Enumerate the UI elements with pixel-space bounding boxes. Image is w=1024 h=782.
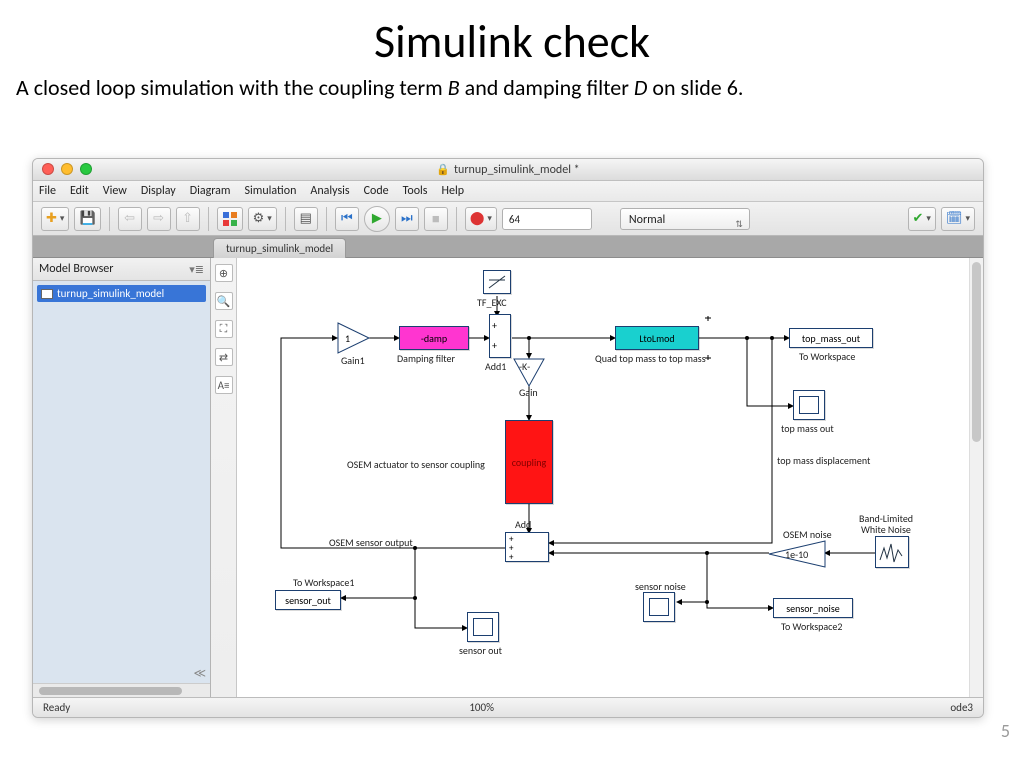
to-workspace-label: To Workspace: [799, 350, 855, 363]
menu-bar: File Edit View Display Diagram Simulatio…: [33, 181, 983, 202]
status-zoom: 100%: [70, 701, 893, 714]
toolbar: ✚ 💾 ⇦ ⇨ ⇧ ⚙ ▤ ⏮ ▶ ⏭ ■ ⬤ 64 Normal ✔ 🗓: [33, 202, 983, 236]
menu-display[interactable]: Display: [141, 184, 176, 198]
model-browser: Model Browser ▾≣ turnup_simulink_model ≪: [33, 258, 211, 697]
config-button[interactable]: ⚙: [248, 207, 277, 231]
osem-noise-gain-value: 1e-10: [785, 548, 808, 561]
back-button[interactable]: ⇦: [118, 207, 142, 231]
damp-block[interactable]: -damp: [399, 326, 469, 350]
step-forward-button[interactable]: ⏭: [395, 207, 419, 231]
model-browser-opts-icon[interactable]: ▾≣: [189, 263, 204, 276]
sensor-out-scope-label: sensor out: [459, 644, 502, 657]
gaink-value: -K-: [519, 360, 530, 373]
minimize-icon[interactable]: [61, 163, 73, 175]
stop-button[interactable]: ■: [424, 207, 448, 231]
annotation-icon[interactable]: ⇄: [215, 348, 233, 366]
explorer-toggle-icon[interactable]: ⊕: [215, 264, 233, 282]
lock-icon: 🔒: [436, 163, 450, 176]
window-titlebar: 🔒 turnup_simulink_model *: [33, 159, 983, 181]
browser-scrollbar[interactable]: [33, 683, 210, 697]
status-left: Ready: [43, 701, 70, 714]
status-bar: Ready 100% ode3: [33, 697, 983, 717]
menu-help[interactable]: Help: [442, 184, 465, 198]
menu-edit[interactable]: Edit: [70, 184, 89, 198]
menu-tools[interactable]: Tools: [403, 184, 428, 198]
canvas-palette: ⊕ 🔍 ⛶ ⇄ A≡: [211, 258, 237, 697]
top-mass-out-scope[interactable]: [793, 390, 825, 420]
add-block[interactable]: + + +: [505, 532, 549, 562]
white-noise-block[interactable]: [875, 536, 909, 568]
tf-exc-label: TF_EXC: [477, 296, 507, 309]
menu-code[interactable]: Code: [364, 184, 389, 198]
top-mass-out-block[interactable]: top_mass_out: [789, 328, 873, 348]
bandnoise-label2: White Noise: [861, 523, 911, 536]
build-button[interactable]: ✔: [908, 207, 936, 231]
gaink-label: Gain: [519, 386, 538, 399]
menu-simulation[interactable]: Simulation: [245, 184, 297, 198]
collapse-browser-button[interactable]: ≪: [193, 666, 206, 681]
sim-mode-select[interactable]: Normal: [620, 208, 750, 230]
sensor-out-scope[interactable]: [467, 612, 499, 642]
damping-filter-label: Damping filter: [397, 352, 455, 365]
osem-sensor-label: OSEM sensor output: [329, 536, 413, 549]
record-button[interactable]: ⬤: [465, 207, 497, 231]
step-back-button[interactable]: ⏮: [335, 207, 359, 231]
library-browser-button[interactable]: [217, 207, 243, 231]
run-button[interactable]: ▶: [364, 206, 390, 232]
ltolmod-block[interactable]: LtoLmod: [615, 326, 699, 350]
top-mass-out-scope-label: top mass out: [781, 422, 834, 435]
new-model-button[interactable]: ✚: [41, 207, 69, 231]
sensor-out-block[interactable]: sensor_out: [275, 590, 341, 610]
canvas-v-scrollbar[interactable]: [969, 258, 983, 697]
status-solver: ode3: [893, 701, 973, 714]
slide-title: Simulink check: [0, 14, 1024, 70]
zoom-tool-icon[interactable]: 🔍: [215, 292, 233, 310]
model-icon: [41, 289, 53, 299]
coupling-block[interactable]: coupling: [505, 420, 553, 504]
slide-subtitle: A closed loop simulation with the coupli…: [16, 74, 1024, 101]
sensor-noise-scope[interactable]: [643, 592, 675, 622]
zoom-icon[interactable]: [80, 163, 92, 175]
add1-label: Add1: [485, 360, 506, 373]
simulink-window: 🔒 turnup_simulink_model * File Edit View …: [32, 158, 984, 718]
up-button[interactable]: ⇧: [176, 207, 200, 231]
osem-actuator-label: OSEM actuator to sensor coupling: [347, 458, 485, 471]
workspace: Model Browser ▾≣ turnup_simulink_model ≪…: [33, 258, 983, 697]
add-label: Add: [515, 518, 531, 531]
model-explorer-button[interactable]: ▤: [294, 207, 318, 231]
close-icon[interactable]: [42, 163, 54, 175]
gain1-label: Gain1: [341, 354, 365, 367]
tab-model[interactable]: turnup_simulink_model: [213, 238, 346, 258]
window-title: turnup_simulink_model *: [454, 163, 580, 177]
diagram-canvas[interactable]: TF_EXC 1 Gain1 -damp Damping filter + + …: [237, 258, 983, 697]
stop-time-input[interactable]: 64: [502, 208, 592, 230]
add1-block[interactable]: + +: [489, 314, 511, 358]
image-icon[interactable]: A≡: [215, 376, 233, 394]
forward-button[interactable]: ⇨: [147, 207, 171, 231]
top-mass-disp-label: top mass displacement: [777, 454, 870, 467]
menu-file[interactable]: File: [39, 184, 56, 198]
menu-view[interactable]: View: [103, 184, 127, 198]
menu-diagram[interactable]: Diagram: [190, 184, 231, 198]
to-workspace2-label: To Workspace2: [781, 620, 842, 633]
quad-label: Quad top mass to top mass: [595, 352, 706, 365]
model-browser-item[interactable]: turnup_simulink_model: [37, 285, 206, 302]
save-button[interactable]: 💾: [74, 207, 100, 231]
fit-view-icon[interactable]: ⛶: [215, 320, 233, 338]
page-number: 5: [1001, 720, 1010, 742]
schedule-button[interactable]: 🗓: [941, 207, 975, 231]
sensor-noise-ws-block[interactable]: sensor_noise: [773, 598, 853, 618]
tf-exc-block[interactable]: [483, 270, 511, 294]
to-workspace1-label: To Workspace1: [293, 576, 354, 589]
model-browser-title: Model Browser: [39, 262, 113, 276]
tab-strip: turnup_simulink_model: [33, 236, 983, 258]
gain1-value: 1: [345, 332, 350, 345]
menu-analysis[interactable]: Analysis: [310, 184, 349, 198]
